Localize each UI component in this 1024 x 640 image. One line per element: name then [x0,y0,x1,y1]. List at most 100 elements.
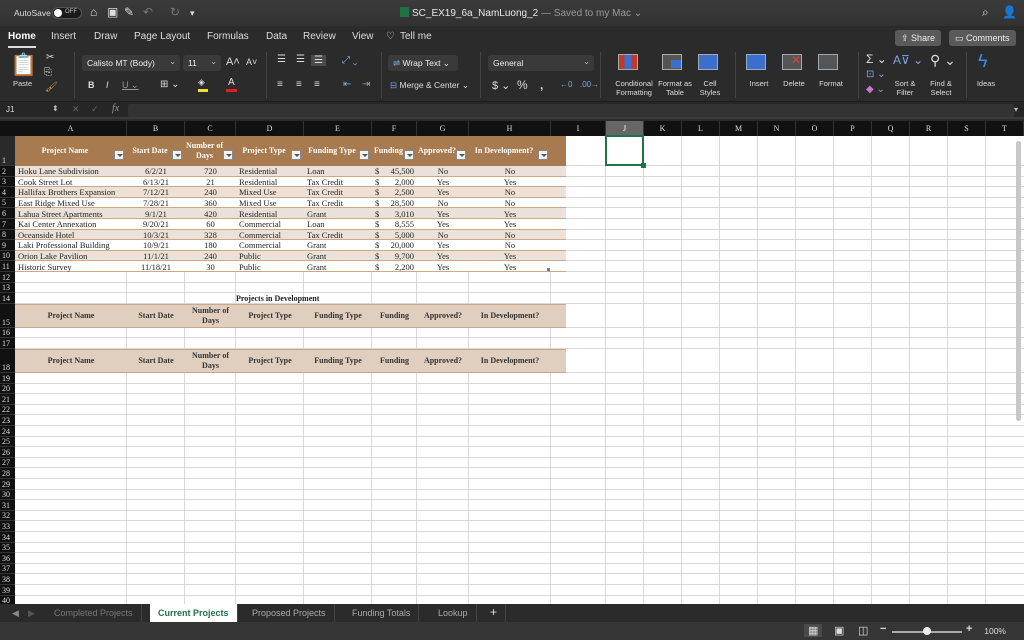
comments-button[interactable]: ▭ Comments [949,30,1016,46]
column-header-l[interactable]: L [682,121,720,136]
table-resize-handle[interactable] [547,268,550,271]
format-painter-icon[interactable]: 🖌 [45,82,58,93]
column-header-c[interactable]: C [185,121,236,136]
table-cell[interactable]: Historic Survey [18,261,124,272]
save-icon[interactable]: ▣ [107,5,118,19]
table-cell[interactable]: 328 [188,230,233,241]
home-icon[interactable]: ⌂ [90,5,97,19]
table-cell[interactable]: Mixed Use [239,187,301,198]
table-cell[interactable]: Tax Credit [307,198,369,209]
table-cell[interactable]: 60 [188,219,233,230]
normal-view-icon[interactable]: ▦ [804,624,823,637]
row-header-12[interactable]: 12 [0,272,15,283]
align-middle-icon[interactable]: ☰ [296,54,305,65]
table-cell[interactable]: Yes [472,208,548,219]
tab-draw[interactable]: Draw [94,31,117,42]
table-cell[interactable]: No [472,166,548,177]
criteria-header-cell[interactable]: Number of Days [185,349,236,373]
table-cell[interactable]: Loan [307,166,369,177]
format-as-table-label[interactable]: Format as Table [658,79,692,97]
redo-icon[interactable]: ↻ [170,5,180,19]
sort-filter-label[interactable]: Sort & Filter [889,79,921,97]
column-header-e[interactable]: E [304,121,372,136]
row-header-10[interactable]: 10 [0,250,15,262]
table-cell[interactable]: 11/1/21 [130,251,182,262]
filter-dropdown-button[interactable] [456,150,466,160]
zoom-in-button[interactable]: + [966,623,972,635]
row-header-28[interactable]: 28 [0,468,15,479]
row-header-17[interactable]: 17 [0,338,15,349]
zoom-out-button[interactable]: − [880,623,886,635]
filter-dropdown-button[interactable] [114,150,124,160]
column-header-r[interactable]: R [910,121,948,136]
table-cell[interactable]: Cook Street Lot [18,177,124,188]
table-cell[interactable]: Kai Center Annexation [18,219,124,230]
row-header-29[interactable]: 29 [0,479,15,490]
formula-input[interactable] [128,104,1014,117]
table-cell[interactable]: Yes [420,219,466,230]
increase-font-icon[interactable]: A˄ [226,56,240,68]
page-break-view-icon[interactable]: ◫ [858,624,868,637]
row-header-26[interactable]: 26 [0,447,15,458]
table-cell[interactable]: 10/3/21 [130,230,182,241]
font-size-select[interactable]: 11 ⌄ [183,55,221,71]
table-cell[interactable]: 11/18/21 [130,261,182,272]
row-header-20[interactable]: 20 [0,383,15,395]
tell-me-search[interactable]: Tell me [400,31,432,42]
table-cell[interactable]: No [420,198,466,209]
row-header-31[interactable]: 31 [0,500,15,511]
tab-insert[interactable]: Insert [51,31,76,42]
conditional-formatting-label[interactable]: Conditional Formatting [612,79,656,97]
table-cell[interactable]: Lahua Street Apartments [18,208,124,219]
number-format-select[interactable]: General ⌄ [488,55,594,71]
undo-icon[interactable]: ↶ [143,5,153,19]
column-header-b[interactable]: B [127,121,185,136]
table-cell[interactable]: Laki Professional Building [18,240,124,251]
criteria-header-cell[interactable]: Approved? [417,304,469,328]
row-header-33[interactable]: 33 [0,521,15,532]
decrease-indent-icon[interactable]: ⇤ [343,79,351,90]
delete-cells-label[interactable]: Delete [779,79,809,88]
add-sheet-button[interactable]: + [482,604,507,622]
insert-cells-label[interactable]: Insert [744,79,774,88]
criteria-header-cell[interactable]: Start Date [127,304,185,328]
filter-dropdown-button[interactable] [172,150,182,160]
decrease-decimal-icon[interactable]: .00→ [580,80,599,89]
comma-style-button[interactable]: , [540,78,543,92]
column-header-n[interactable]: N [758,121,796,136]
column-header-j[interactable]: J [606,121,644,136]
select-all-corner[interactable] [0,121,15,136]
table-cell[interactable]: East Ridge Mixed Use [18,198,124,209]
table-cell[interactable]: Yes [472,219,548,230]
table-cell[interactable]: No [420,166,466,177]
column-header-t[interactable]: T [986,121,1024,136]
column-header-m[interactable]: M [720,121,758,136]
table-cell[interactable]: 240 [188,187,233,198]
table-cell[interactable]: No [472,187,548,198]
wrap-text-button[interactable]: ⇌ Wrap Text ⌄ [388,55,458,71]
row-header-23[interactable]: 23 [0,415,15,426]
account-icon[interactable]: 👤 [1002,5,1017,19]
row-header-25[interactable]: 25 [0,436,15,448]
decrease-font-icon[interactable]: A˅ [246,57,257,67]
customize-toolbar-icon[interactable]: ▾ [190,8,195,19]
column-header-o[interactable]: O [796,121,834,136]
table-cell[interactable]: 360 [188,198,233,209]
align-right-icon[interactable]: ≡ [314,79,320,90]
save-status[interactable]: — Saved to my Mac ⌄ [538,8,642,19]
row-header-14[interactable]: 14 [0,293,15,304]
tab-review[interactable]: Review [303,31,336,42]
borders-icon[interactable]: ⊞ ⌄ [160,79,180,90]
column-header-h[interactable]: H [469,121,551,136]
prev-sheet-icon[interactable]: ◀ [12,608,19,619]
criteria-header-cell[interactable]: Project Type [236,349,304,373]
table-cell[interactable]: Grant [307,208,369,219]
row-header-16[interactable]: 16 [0,327,15,339]
column-header-p[interactable]: P [834,121,872,136]
format-cells-icon[interactable] [818,54,838,70]
row-header-32[interactable]: 32 [0,510,15,522]
fill-handle[interactable] [641,163,646,168]
row-header-9[interactable]: 9 [0,240,15,251]
align-left-icon[interactable]: ≡ [277,79,283,90]
table-cell[interactable]: No [472,240,548,251]
